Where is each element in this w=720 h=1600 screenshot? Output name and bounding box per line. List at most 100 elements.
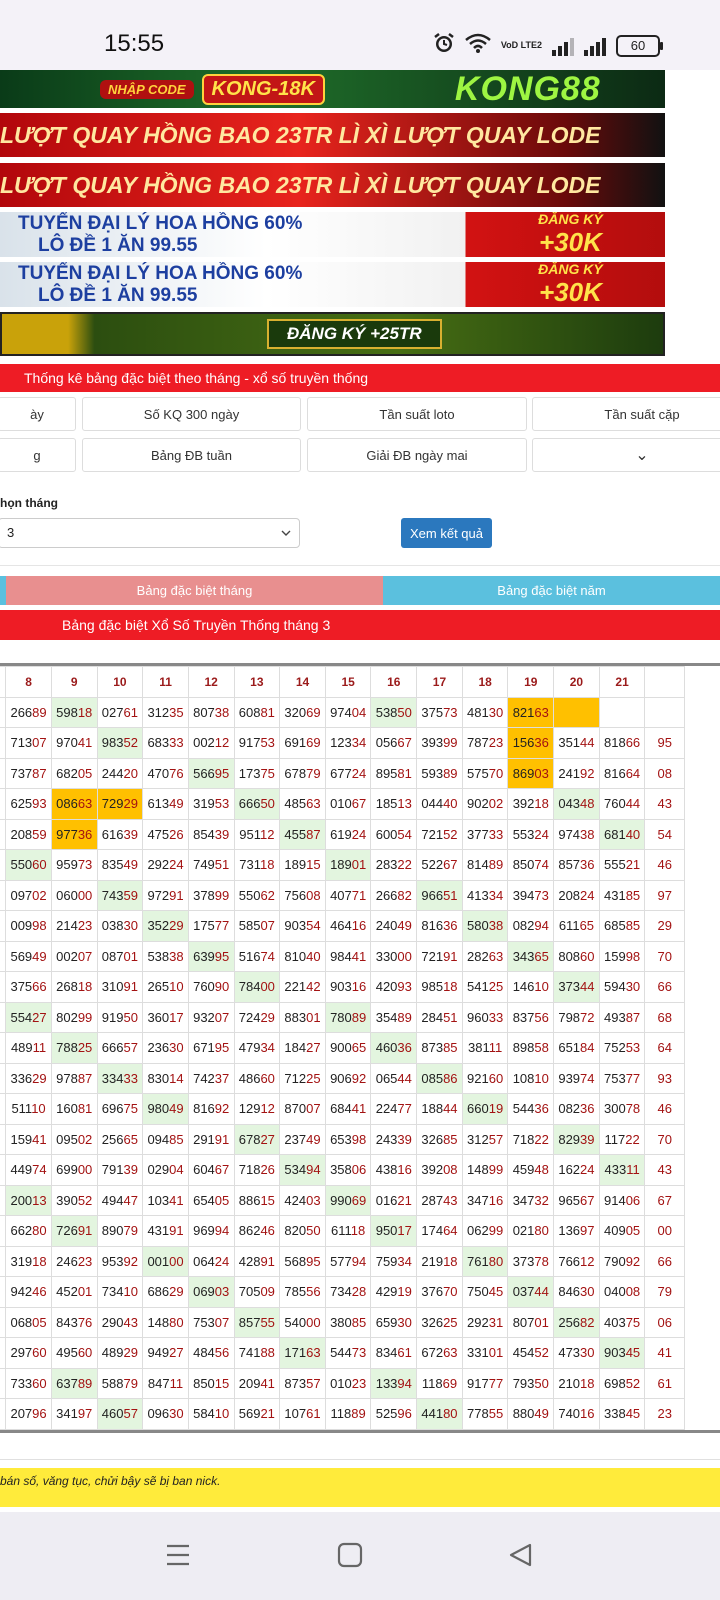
prize-cell: 31257 [461,1123,509,1155]
banner-dangky[interactable]: ĐĂNG KÝ +25TR [0,312,665,356]
prize-cell: 32625 [416,1306,463,1338]
nav-btn-bang-db-tuan[interactable]: Bảng ĐB tuần [82,438,301,472]
prize-cell: 81664 [598,757,646,789]
day-header: 9 [50,666,98,698]
prize-cell: 24339 [370,1123,418,1155]
prize-cell: 63995 [187,940,235,972]
prize-cell: 97887 [50,1062,98,1094]
prize-cell: 90354 [279,910,326,942]
prize-cell: 14899 [461,1154,509,1186]
nav-btn-kq-300[interactable]: Số KQ 300 ngày [82,397,301,431]
prize-cell: 10810 [507,1062,555,1094]
prize-cell: 61 [644,1367,685,1399]
prize-cell: 24049 [370,910,418,942]
prize-cell: 79092 [598,1245,646,1277]
prize-cell: 48929 [96,1337,144,1369]
prize-cell: 80738 [187,696,235,728]
prize-cell: 89858 [507,1032,555,1064]
prize-cell: 61165 [553,910,600,942]
banner-lixi-2[interactable]: LƯỢT QUAY HỒNG BAO 23TR LÌ XÌ LƯỢT QUAY … [0,163,665,207]
prize-cell: 66657 [96,1032,144,1064]
prize-cell: 34716 [461,1184,509,1216]
prize-cell: 73428 [324,1276,372,1308]
tab-bang-dac-biet-nam[interactable]: Bảng đặc biệt năm [383,576,720,605]
prize-cell: 06 [644,1306,685,1338]
prize-cell: 02761 [96,696,144,728]
prize-cell: 66280 [5,1215,52,1247]
prize-cell: 78400 [233,971,281,1003]
view-results-button[interactable]: Xem kết quả [401,518,492,548]
prize-cell: 45587 [279,818,326,850]
prize-cell: 95112 [233,818,281,850]
prize-cell: 42403 [279,1184,326,1216]
prize-cell: 65398 [324,1123,372,1155]
prize-cell: 12912 [233,1093,281,1125]
banner-daily-line2: LÔ ĐỀ 1 ĂN 99.55 [38,284,198,306]
prize-cell: 93207 [187,1001,235,1033]
prize-cell: 55427 [5,1001,52,1033]
banner-daily-2[interactable]: TUYỂN ĐẠI LÝ HOA HỒNG 60% LÔ ĐỀ 1 ĂN 99.… [0,262,665,307]
table-title: Bảng đặc biệt Xổ Số Truyền Thống tháng 3 [0,610,720,640]
table-row: 7773787682052442047076566951737567879677… [0,757,685,789]
prize-cell: 28263 [461,940,509,972]
prize-cell: 97438 [553,818,600,850]
banner-dangky-text: ĐĂNG KÝ +25TR [267,319,442,349]
prize-cell: 29 [644,910,685,942]
prize-cell: 71225 [279,1062,326,1094]
prize-cell: 34197 [50,1398,98,1430]
menu-icon[interactable] [165,1542,191,1573]
prize-cell: 23749 [279,1123,326,1155]
prize-cell: 08236 [553,1093,600,1125]
banner-daily-1[interactable]: TUYỂN ĐẠI LÝ HOA HỒNG 60% LÔ ĐỀ 1 ĂN 99.… [0,212,665,257]
prize-cell: 37566 [5,971,52,1003]
prize-cell: 67195 [187,1032,235,1064]
prize-cell: 88049 [507,1398,555,1430]
prize-cell: 98441 [324,940,372,972]
nav-btn-tan-suat-loto[interactable]: Tần suất loto [307,397,527,431]
banner-lixi-1[interactable]: LƯỢT QUAY HỒNG BAO 23TR LÌ XÌ LƯỢT QUAY … [0,113,665,157]
prize-cell: 79 [644,1276,685,1308]
nav-btn-tan-suat-cap[interactable]: Tần suất cặp [532,397,720,431]
expand-chevron-icon[interactable]: ⌄ [532,438,720,472]
prize-cell: 87385 [416,1032,463,1064]
banner-lixi-text: LƯỢT QUAY HỒNG BAO 23TR LÌ XÌ LƯỢT QUAY … [0,121,601,148]
prize-cell: 80299 [50,1001,98,1033]
prize-cell: 74188 [233,1337,281,1369]
prize-cell: 15636 [507,727,555,759]
table-row: 7209702060007435997291378995506275608407… [0,879,685,911]
prize-cell: 17375 [233,757,281,789]
prize-cell: 69852 [598,1367,646,1399]
day-header: 21 [598,666,646,698]
prize-cell: 91950 [96,1001,144,1033]
prize-cell: 85074 [507,849,555,881]
banner-kong88[interactable]: NHẬP CODE KONG-18K KONG88 [0,70,665,108]
prize-cell: 96033 [461,1001,509,1033]
prize-cell: 83549 [96,849,144,881]
table-row: 8855427802999195036017932077242988301780… [0,1001,685,1033]
prize-cell: 73410 [96,1276,144,1308]
prize-cell: 31091 [96,971,144,1003]
prize-cell: 59389 [416,757,463,789]
prize-cell: 81866 [598,727,646,759]
special-prize-table-wrap: 89101112131415161718192021 7226689598180… [0,663,720,1433]
prize-cell: 98518 [416,971,463,1003]
prize-cell: 99069 [324,1184,372,1216]
tab-bang-dac-biet-thang[interactable]: Bảng đặc biệt tháng [6,576,383,605]
prize-cell: 54 [644,818,685,850]
prize-cell: 65184 [553,1032,600,1064]
prize-cell: 04440 [416,788,463,820]
prize-cell: 11889 [324,1398,372,1430]
nav-btn-truncated-1[interactable]: ày [0,397,76,431]
back-icon[interactable] [508,1542,534,1573]
prize-cell: 06903 [187,1276,235,1308]
nav-btn-truncated-2[interactable]: g [0,438,76,472]
month-select[interactable]: 3 [0,518,300,548]
prize-cell: 51674 [233,940,281,972]
day-header: 8 [5,666,52,698]
nav-btn-giai-db-ngay-mai[interactable]: Giải ĐB ngày mai [307,438,527,472]
home-icon[interactable] [337,1542,363,1573]
prize-cell: 18844 [416,1093,463,1125]
prize-cell: 06544 [370,1062,418,1094]
table-row: 8300998214230383035229175775850790354464… [0,910,685,942]
prize-cell: 46036 [370,1032,418,1064]
